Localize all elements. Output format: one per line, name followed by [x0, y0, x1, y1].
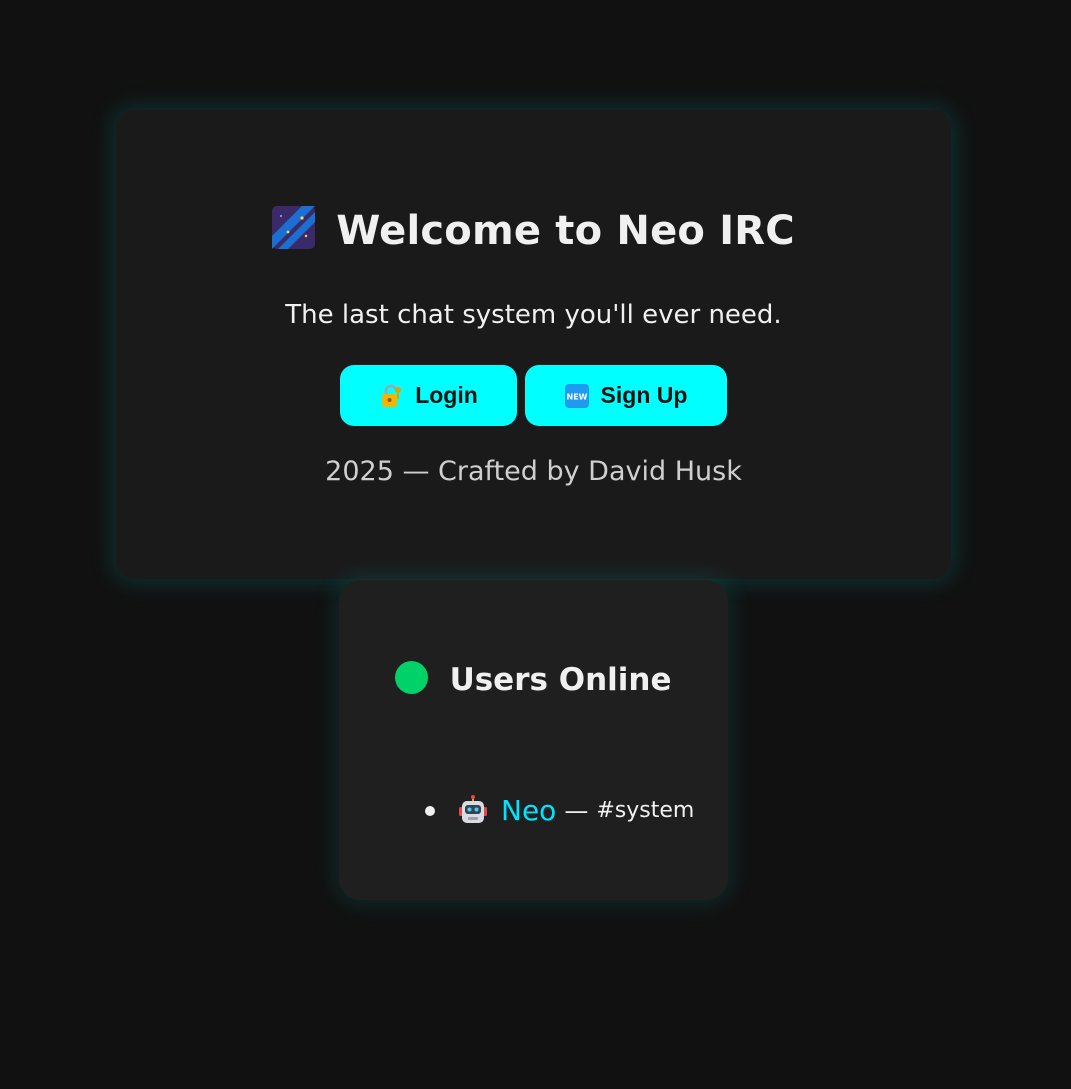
signup-label: Sign Up — [600, 382, 688, 408]
shooting-star-icon — [272, 205, 316, 249]
users-online-panel: Users Online Neo — #system — [339, 580, 728, 900]
signup-button[interactable]: NEW Sign Up — [525, 365, 727, 426]
list-item: Neo — #system — [425, 794, 694, 827]
footer-credit: 2025 — Crafted by David Husk — [325, 456, 742, 487]
users-online-title: Users Online — [449, 662, 672, 698]
robot-icon — [457, 794, 489, 827]
welcome-card: Welcome to Neo IRC The last chat system … — [116, 110, 951, 579]
new-badge-icon: NEW — [564, 383, 589, 408]
lock-with-key-icon — [379, 384, 403, 408]
user-channel: #system — [596, 798, 695, 823]
user-list: Neo — #system — [425, 794, 694, 827]
separator: — — [564, 796, 589, 825]
login-button[interactable]: Login — [340, 365, 517, 426]
users-online-heading: Users Online — [339, 660, 728, 698]
welcome-heading: Welcome to Neo IRC — [116, 205, 951, 254]
green-circle-icon — [395, 660, 429, 694]
page-title: Welcome to Neo IRC — [336, 208, 795, 254]
svg-text:NEW: NEW — [566, 392, 587, 401]
login-label: Login — [415, 382, 478, 408]
username[interactable]: Neo — [501, 794, 556, 827]
bullet — [425, 805, 435, 816]
tagline: The last chat system you'll ever need. — [285, 300, 782, 330]
